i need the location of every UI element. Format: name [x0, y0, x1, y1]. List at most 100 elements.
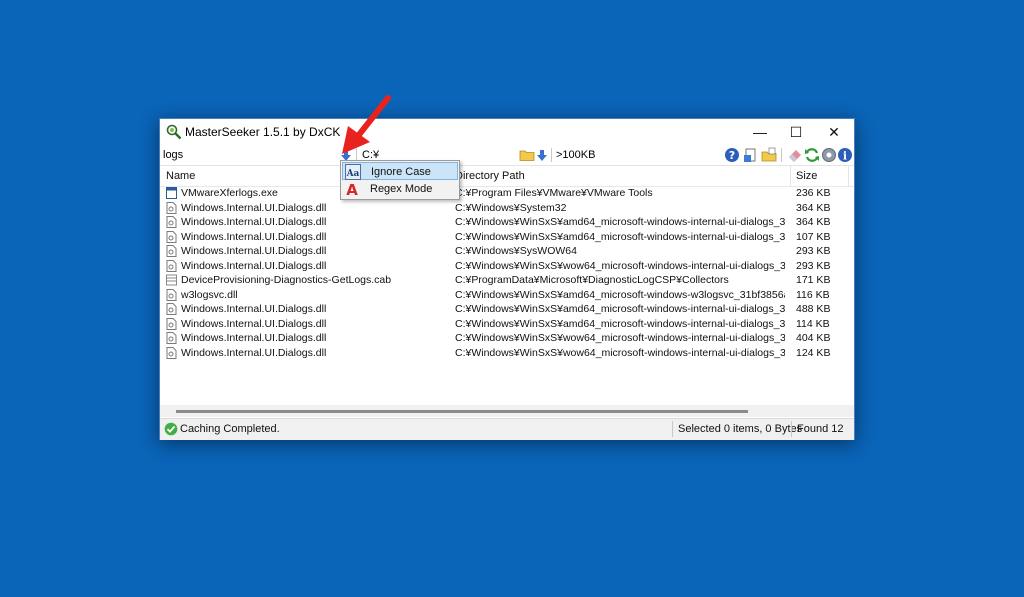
cab-file-icon — [166, 274, 177, 286]
file-size: 124 KB — [796, 346, 831, 359]
toolbar-separator — [781, 148, 782, 162]
table-row[interactable]: DeviceProvisioning-Diagnostics-GetLogs.c… — [160, 273, 854, 287]
table-row[interactable]: Windows.Internal.UI.Dialogs.dll C:¥Window… — [160, 244, 854, 258]
column-header-name[interactable]: Name — [166, 170, 195, 182]
file-name: Windows.Internal.UI.Dialogs.dll — [181, 201, 327, 214]
table-row[interactable]: Windows.Internal.UI.Dialogs.dll C:¥Window… — [160, 331, 854, 345]
regex-icon: A — [346, 181, 358, 197]
path-dropdown-icon[interactable] — [536, 148, 548, 162]
menu-item-label: Regex Mode — [370, 183, 433, 195]
menu-item-label: Ignore Case — [371, 166, 431, 178]
column-header-size[interactable]: Size — [796, 170, 817, 182]
file-size: 293 KB — [796, 245, 831, 257]
table-row[interactable]: Windows.Internal.UI.Dialogs.dll C:¥Window… — [160, 201, 854, 215]
selection-status: Selected 0 items, 0 Bytes — [678, 423, 803, 435]
help-icon[interactable]: ? — [724, 147, 740, 163]
settings-icon[interactable] — [821, 147, 837, 163]
close-button[interactable]: ✕ — [815, 119, 853, 145]
status-separator — [672, 421, 673, 437]
open-folder-icon[interactable] — [761, 147, 777, 163]
window-title: MasterSeeker 1.5.1 by DxCK — [185, 125, 341, 139]
file-name: VMwareXferlogs.exe — [181, 187, 278, 199]
dll-file-icon — [166, 245, 177, 257]
title-bar[interactable]: MasterSeeker 1.5.1 by DxCK — ☐ ✕ — [160, 119, 854, 145]
file-name: Windows.Internal.UI.Dialogs.dll — [181, 230, 327, 243]
directory-path: C:¥Windows¥WinSxS¥amd64_microsoft-window… — [455, 317, 785, 330]
browse-folder-icon[interactable] — [519, 147, 535, 163]
eraser-icon[interactable] — [787, 147, 803, 163]
column-header-path[interactable]: Directory Path — [455, 170, 525, 182]
file-size: 114 KB — [796, 317, 830, 330]
size-filter-input[interactable] — [554, 147, 678, 162]
svg-text:Aa: Aa — [346, 169, 360, 179]
menu-item-regex-mode[interactable]: A Regex Mode — [342, 180, 458, 198]
file-size: 293 KB — [796, 259, 831, 272]
file-name: w3logsvc.dll — [181, 288, 238, 301]
directory-path: C:¥Windows¥WinSxS¥amd64_microsoft-window… — [455, 288, 785, 301]
file-name: Windows.Internal.UI.Dialogs.dll — [181, 259, 327, 272]
dll-file-icon — [166, 216, 177, 228]
search-input[interactable] — [161, 147, 340, 162]
table-row[interactable]: VMwareXferlogs.exe C:¥Program Files¥VMwar… — [160, 186, 854, 200]
dll-file-icon — [166, 303, 177, 315]
toolbar-separator — [551, 148, 552, 162]
horizontal-scrollbar[interactable] — [160, 405, 854, 417]
toolbar: ? i — [160, 145, 854, 166]
annotation-arrow-icon — [342, 95, 391, 154]
exe-file-icon — [166, 187, 177, 199]
dll-file-icon — [166, 332, 177, 344]
app-logo-icon — [166, 124, 182, 140]
ignore-case-icon: Aa — [345, 164, 361, 180]
directory-path: C:¥Windows¥SysWOW64 — [455, 245, 577, 257]
table-row[interactable]: Windows.Internal.UI.Dialogs.dll C:¥Window… — [160, 215, 854, 229]
export-icon[interactable] — [743, 147, 759, 163]
file-name: Windows.Internal.UI.Dialogs.dll — [181, 346, 327, 359]
file-size: 107 KB — [796, 230, 831, 243]
directory-path: C:¥Windows¥WinSxS¥amd64_microsoft-window… — [455, 230, 785, 243]
table-row[interactable]: Windows.Internal.UI.Dialogs.dll C:¥Window… — [160, 317, 854, 331]
table-row[interactable]: Windows.Internal.UI.Dialogs.dll C:¥Window… — [160, 230, 854, 244]
status-separator — [791, 421, 792, 437]
file-size: 404 KB — [796, 332, 831, 344]
directory-path: C:¥Windows¥WinSxS¥amd64_microsoft-window… — [455, 303, 785, 315]
file-name: DeviceProvisioning-Diagnostics-GetLogs.c… — [181, 274, 392, 286]
file-size: 171 KB — [796, 274, 831, 286]
search-options-menu: Aa Ignore Case A Regex Mode — [340, 160, 460, 200]
dll-file-icon — [166, 346, 177, 359]
column-divider[interactable] — [848, 166, 849, 186]
app-window: MasterSeeker 1.5.1 by DxCK — ☐ ✕ ? — [159, 118, 855, 440]
check-icon — [164, 422, 178, 436]
file-name: Windows.Internal.UI.Dialogs.dll — [181, 216, 327, 228]
table-row[interactable]: Windows.Internal.UI.Dialogs.dll C:¥Window… — [160, 302, 854, 316]
svg-text:A: A — [346, 181, 358, 197]
file-size: 488 KB — [796, 303, 831, 315]
scrollbar-thumb[interactable] — [176, 410, 748, 413]
file-name: Windows.Internal.UI.Dialogs.dll — [181, 317, 327, 330]
info-icon[interactable]: i — [837, 147, 853, 163]
maximize-button[interactable]: ☐ — [777, 119, 815, 145]
minimize-button[interactable]: — — [741, 119, 779, 145]
file-name: Windows.Internal.UI.Dialogs.dll — [181, 332, 327, 344]
table-row[interactable]: w3logsvc.dll C:¥Windows¥WinSxS¥amd64_micr… — [160, 288, 854, 302]
file-name: Windows.Internal.UI.Dialogs.dll — [181, 303, 327, 315]
refresh-icon[interactable] — [804, 147, 820, 163]
menu-item-ignore-case[interactable]: Aa Ignore Case — [342, 162, 458, 180]
dll-file-icon — [166, 317, 177, 330]
status-message: Caching Completed. — [180, 423, 280, 435]
directory-path: C:¥ProgramData¥Microsoft¥DiagnosticLogCS… — [455, 274, 729, 286]
file-size: 236 KB — [796, 187, 831, 199]
directory-path: C:¥Windows¥WinSxS¥wow64_microsoft-window… — [455, 346, 785, 359]
directory-path: C:¥Windows¥WinSxS¥wow64_microsoft-window… — [455, 259, 785, 272]
file-size: 364 KB — [796, 201, 831, 214]
file-name: Windows.Internal.UI.Dialogs.dll — [181, 245, 327, 257]
svg-text:i: i — [843, 150, 847, 163]
found-count: Found 12 — [797, 423, 844, 435]
table-row[interactable]: Windows.Internal.UI.Dialogs.dll C:¥Window… — [160, 259, 854, 273]
dll-file-icon — [166, 230, 177, 243]
column-divider[interactable] — [790, 166, 791, 186]
dll-file-icon — [166, 201, 177, 214]
directory-path: C:¥Windows¥WinSxS¥wow64_microsoft-window… — [455, 332, 785, 344]
status-bar: Caching Completed. Selected 0 items, 0 B… — [160, 418, 854, 440]
table-row[interactable]: Windows.Internal.UI.Dialogs.dll C:¥Window… — [160, 346, 854, 360]
results-header: Name Directory Path Size — [160, 166, 854, 187]
